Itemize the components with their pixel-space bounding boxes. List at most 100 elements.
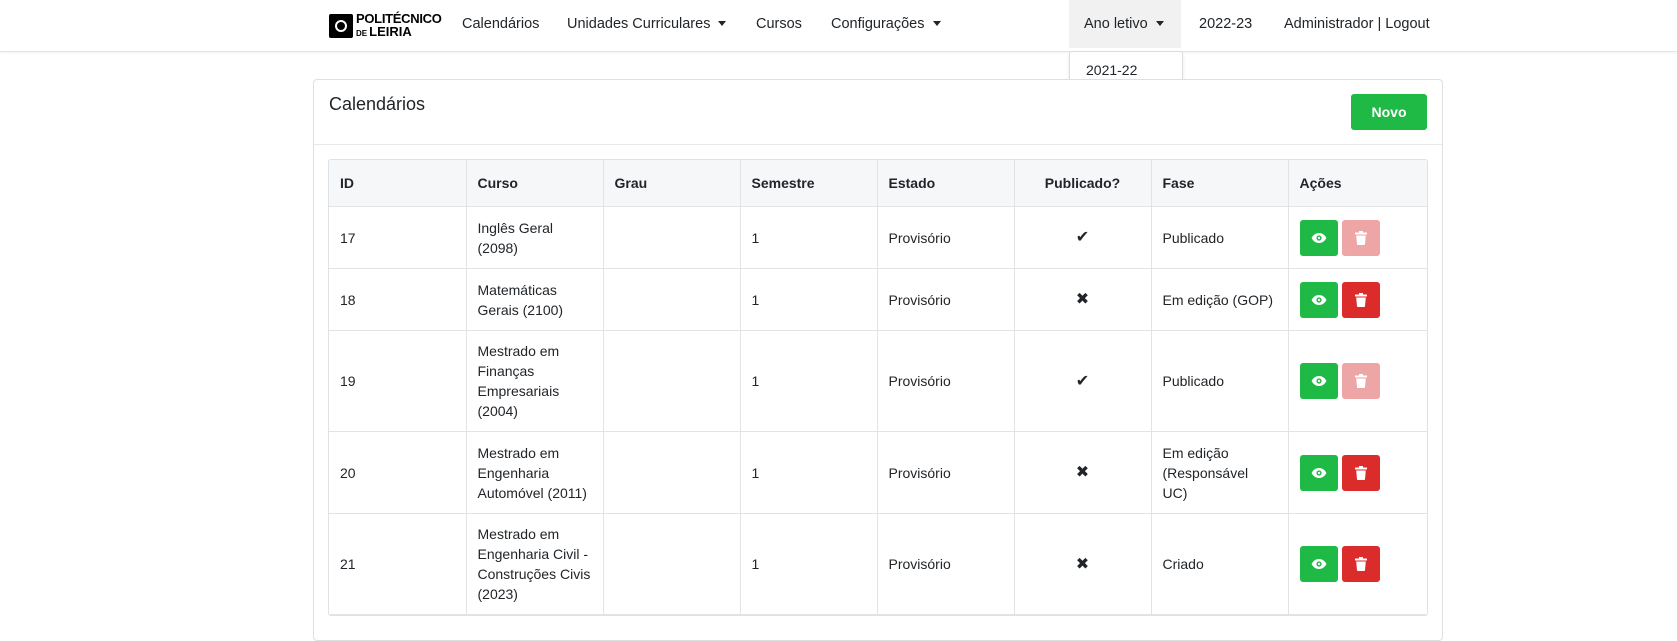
cross-icon: ✖: [1075, 464, 1090, 481]
fase-line: Criado: [1162, 556, 1204, 572]
curso-line: (2004): [477, 403, 518, 419]
row-actions: [1299, 219, 1417, 256]
row-actions: [1299, 281, 1417, 318]
delete-button: [1341, 219, 1380, 256]
cell-id: 21: [329, 513, 467, 615]
nav-calendarios[interactable]: Calendários: [462, 0, 539, 48]
nav-user-logout[interactable]: Administrador | Logout: [1284, 0, 1430, 48]
cell-estado: Provisório: [877, 330, 1015, 432]
trash-icon: [1354, 465, 1367, 480]
col-header-estado: Estado: [877, 160, 1015, 207]
nav-cursos[interactable]: Cursos: [756, 0, 802, 48]
card-header: Calendários Novo: [314, 80, 1442, 145]
delete-button[interactable]: [1341, 281, 1380, 318]
cell-fase: Publicado: [1151, 330, 1289, 432]
col-header-semestre: Semestre: [740, 160, 878, 207]
cell-grau: [603, 330, 741, 432]
cell-publicado: ✔: [1014, 330, 1152, 432]
cell-fase: Publicado: [1151, 206, 1289, 269]
trash-icon: [1354, 374, 1367, 388]
fase-line: Em edição: [1162, 444, 1229, 461]
cell-id: 17: [329, 206, 467, 269]
page-title: Calendários: [329, 94, 426, 114]
cell-semestre: 1: [740, 206, 878, 269]
nav-unidades-label: Unidades Curriculares: [567, 16, 711, 32]
row-actions: [1299, 363, 1417, 399]
table-row: 19 Mestrado em Finanças Empresariais (2004) 1…: [329, 330, 1427, 432]
view-button[interactable]: [1299, 219, 1338, 256]
cell-publicado: ✖: [1014, 431, 1152, 514]
eye-icon: [1311, 467, 1327, 479]
cell-estado: Provisório: [877, 513, 1015, 615]
col-header-grau: Grau: [603, 160, 741, 207]
cell-grau: [603, 513, 741, 615]
brand-logo[interactable]: POLITÉCNICO DE LEIRIA: [329, 12, 442, 40]
logo-mark-icon: [329, 14, 353, 38]
cell-curso: Mestrado em Engenharia Civil - Construções…: [466, 513, 604, 615]
fase-line: Publicado: [1162, 373, 1225, 389]
curso-line: Engenharia Civil -: [477, 546, 589, 562]
cell-publicado: ✖: [1014, 513, 1152, 615]
curso-line: Engenharia: [477, 464, 550, 481]
trash-icon: [1354, 557, 1367, 571]
nav-ano-letivo[interactable]: Ano letivo: [1069, 0, 1181, 48]
cell-curso: Mestrado em Finanças Empresariais (2004): [466, 330, 604, 432]
delete-button[interactable]: [1341, 454, 1380, 491]
cell-acoes: [1288, 431, 1427, 514]
cell-estado: Provisório: [877, 431, 1015, 514]
trash-icon: [1354, 292, 1367, 307]
col-header-fase: Fase: [1151, 160, 1289, 207]
eye-icon: [1311, 294, 1327, 306]
nav-unidades-curriculares[interactable]: Unidades Curriculares: [567, 0, 727, 48]
cell-semestre: 1: [740, 268, 878, 331]
cell-semestre: 1: [740, 431, 878, 514]
curso-line: Inglês Geral: [477, 219, 553, 236]
eye-icon: [1311, 375, 1327, 387]
row-actions: [1299, 454, 1417, 491]
trash-icon: [1354, 230, 1367, 245]
eye-icon: [1311, 558, 1327, 570]
cell-curso: Inglês Geral (2098): [466, 206, 604, 269]
fase-line: (Responsável UC): [1162, 464, 1249, 501]
curso-line: Gerais (2100): [477, 301, 564, 318]
delete-button: [1341, 363, 1380, 399]
cell-acoes: [1288, 330, 1427, 432]
table-row: 21 Mestrado em Engenharia Civil - Construçõ…: [329, 513, 1427, 615]
table-row: 20 Mestrado em Engenharia Automóvel (2011) 1…: [329, 431, 1427, 514]
curso-line: Mestrado em: [477, 343, 560, 359]
chevron-down-icon: [1155, 21, 1164, 26]
col-header-id: ID: [329, 160, 467, 207]
nav-configuracoes[interactable]: Configurações: [831, 0, 941, 48]
check-icon: ✔: [1075, 229, 1090, 246]
cell-acoes: [1288, 206, 1427, 269]
curso-line: Mestrado em: [477, 444, 560, 461]
cross-icon: ✖: [1075, 291, 1090, 308]
cell-id: 20: [329, 431, 467, 514]
curso-line: (2098): [477, 239, 518, 256]
table-body: 17 Inglês Geral (2098) 1 Provisório ✔ Publicad…: [329, 206, 1427, 615]
view-button[interactable]: [1299, 546, 1338, 582]
col-header-curso: Curso: [466, 160, 604, 207]
curso-line: Mestrado em: [477, 526, 560, 542]
curso-line: Finanças: [477, 363, 535, 379]
nav-current-year[interactable]: 2022-23: [1199, 0, 1252, 48]
fase-line: Publicado: [1162, 229, 1225, 246]
cell-id: 19: [329, 330, 467, 432]
cell-acoes: [1288, 513, 1427, 615]
curso-line: Matemáticas: [477, 281, 557, 298]
row-actions: [1299, 546, 1417, 582]
delete-button[interactable]: [1341, 546, 1380, 582]
col-header-publicado: Publicado?: [1014, 160, 1152, 207]
new-calendar-button[interactable]: Novo: [1351, 94, 1427, 130]
cell-grau: [603, 206, 741, 269]
curso-line: (2023): [477, 586, 518, 602]
brand-line2-prefix: DE: [356, 29, 368, 38]
view-button[interactable]: [1299, 281, 1338, 318]
curso-line: Empresariais: [477, 383, 560, 399]
table-header-row: ID Curso Grau Semestre Estado Publicado?…: [329, 160, 1427, 207]
view-button[interactable]: [1299, 454, 1338, 491]
calendarios-card: Calendários Novo ID Curso Grau Semestre …: [313, 79, 1443, 641]
cell-estado: Provisório: [877, 206, 1015, 269]
view-button[interactable]: [1299, 363, 1338, 399]
cell-curso: Matemáticas Gerais (2100): [466, 268, 604, 331]
